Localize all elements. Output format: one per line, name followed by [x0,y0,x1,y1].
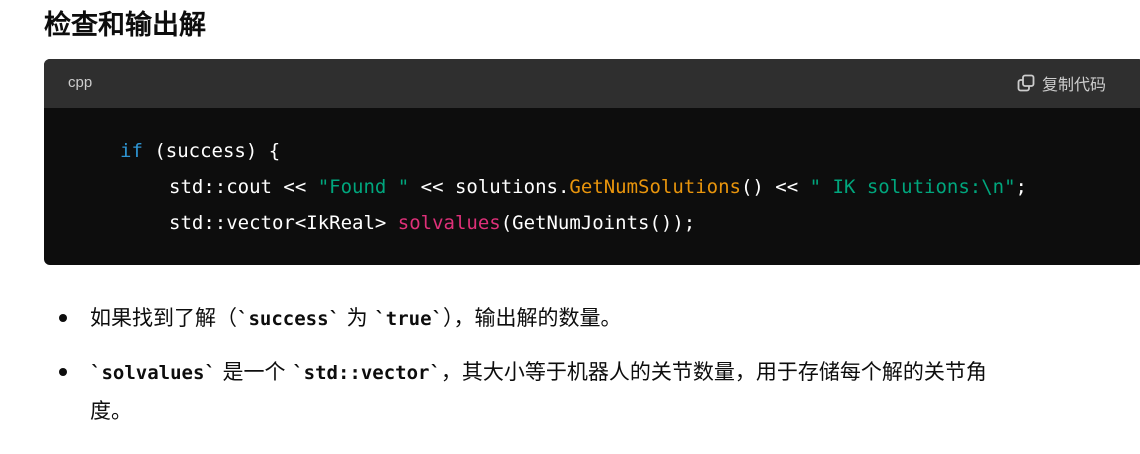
code-string: "Found " [317,176,410,198]
copy-code-button[interactable]: 复制代码 [1016,71,1106,95]
code-text: (success) { [142,140,281,162]
inline-code: `solvalues` [90,362,216,384]
code-text: std::vector<IkReal> [169,212,398,234]
copy-code-label: 复制代码 [1042,75,1107,94]
code-text: (GetNumJoints()); [500,212,696,234]
code-line: std::cout << "Found " << solutions.GetNu… [169,175,1027,199]
list-text: 为 [339,306,375,330]
code-line: std::vector<IkReal> solvalues(GetNumJoin… [169,211,695,235]
bullet-marker [59,368,67,376]
code-block: cpp 复制代码 if (success) { std::cout << "Fo… [44,59,1140,265]
section-heading: 检查和输出解 [44,10,206,41]
bullet-marker [59,314,67,322]
list-text: ，其大小等于机器人的关节数量，用于存储每个解的关节角 [440,360,987,384]
copy-icon [1016,73,1036,93]
code-text: << solutions. [409,176,570,198]
inline-code: `std::vector` [292,362,441,384]
list-item: 如果找到了解（`success` 为 `true`），输出解的数量。 [90,300,621,337]
code-text: std::cout << [169,176,318,198]
code-string: " IK solutions:\n" [809,176,1016,198]
code-body: if (success) { std::cout << "Found " << … [44,108,1140,265]
code-language-label: cpp [68,74,93,91]
list-item: `solvalues` 是一个 `std::vector`，其大小等于机器人的关… [90,354,987,391]
list-text: 是一个 [215,360,293,384]
code-keyword: if [120,140,143,162]
code-identifier: solvalues [397,212,501,234]
inline-code: `success` [237,308,340,330]
code-text: ; [1015,176,1027,198]
code-line: if (success) { [120,139,280,163]
code-text: () << [740,176,810,198]
list-item-continuation: 度。 [90,399,132,423]
code-function: GetNumSolutions [569,176,741,198]
list-text: ），输出解的数量。 [442,306,622,330]
inline-code: `true` [374,308,443,330]
code-block-header: cpp 复制代码 [44,59,1140,108]
list-text: 如果找到了解（ [90,306,237,330]
